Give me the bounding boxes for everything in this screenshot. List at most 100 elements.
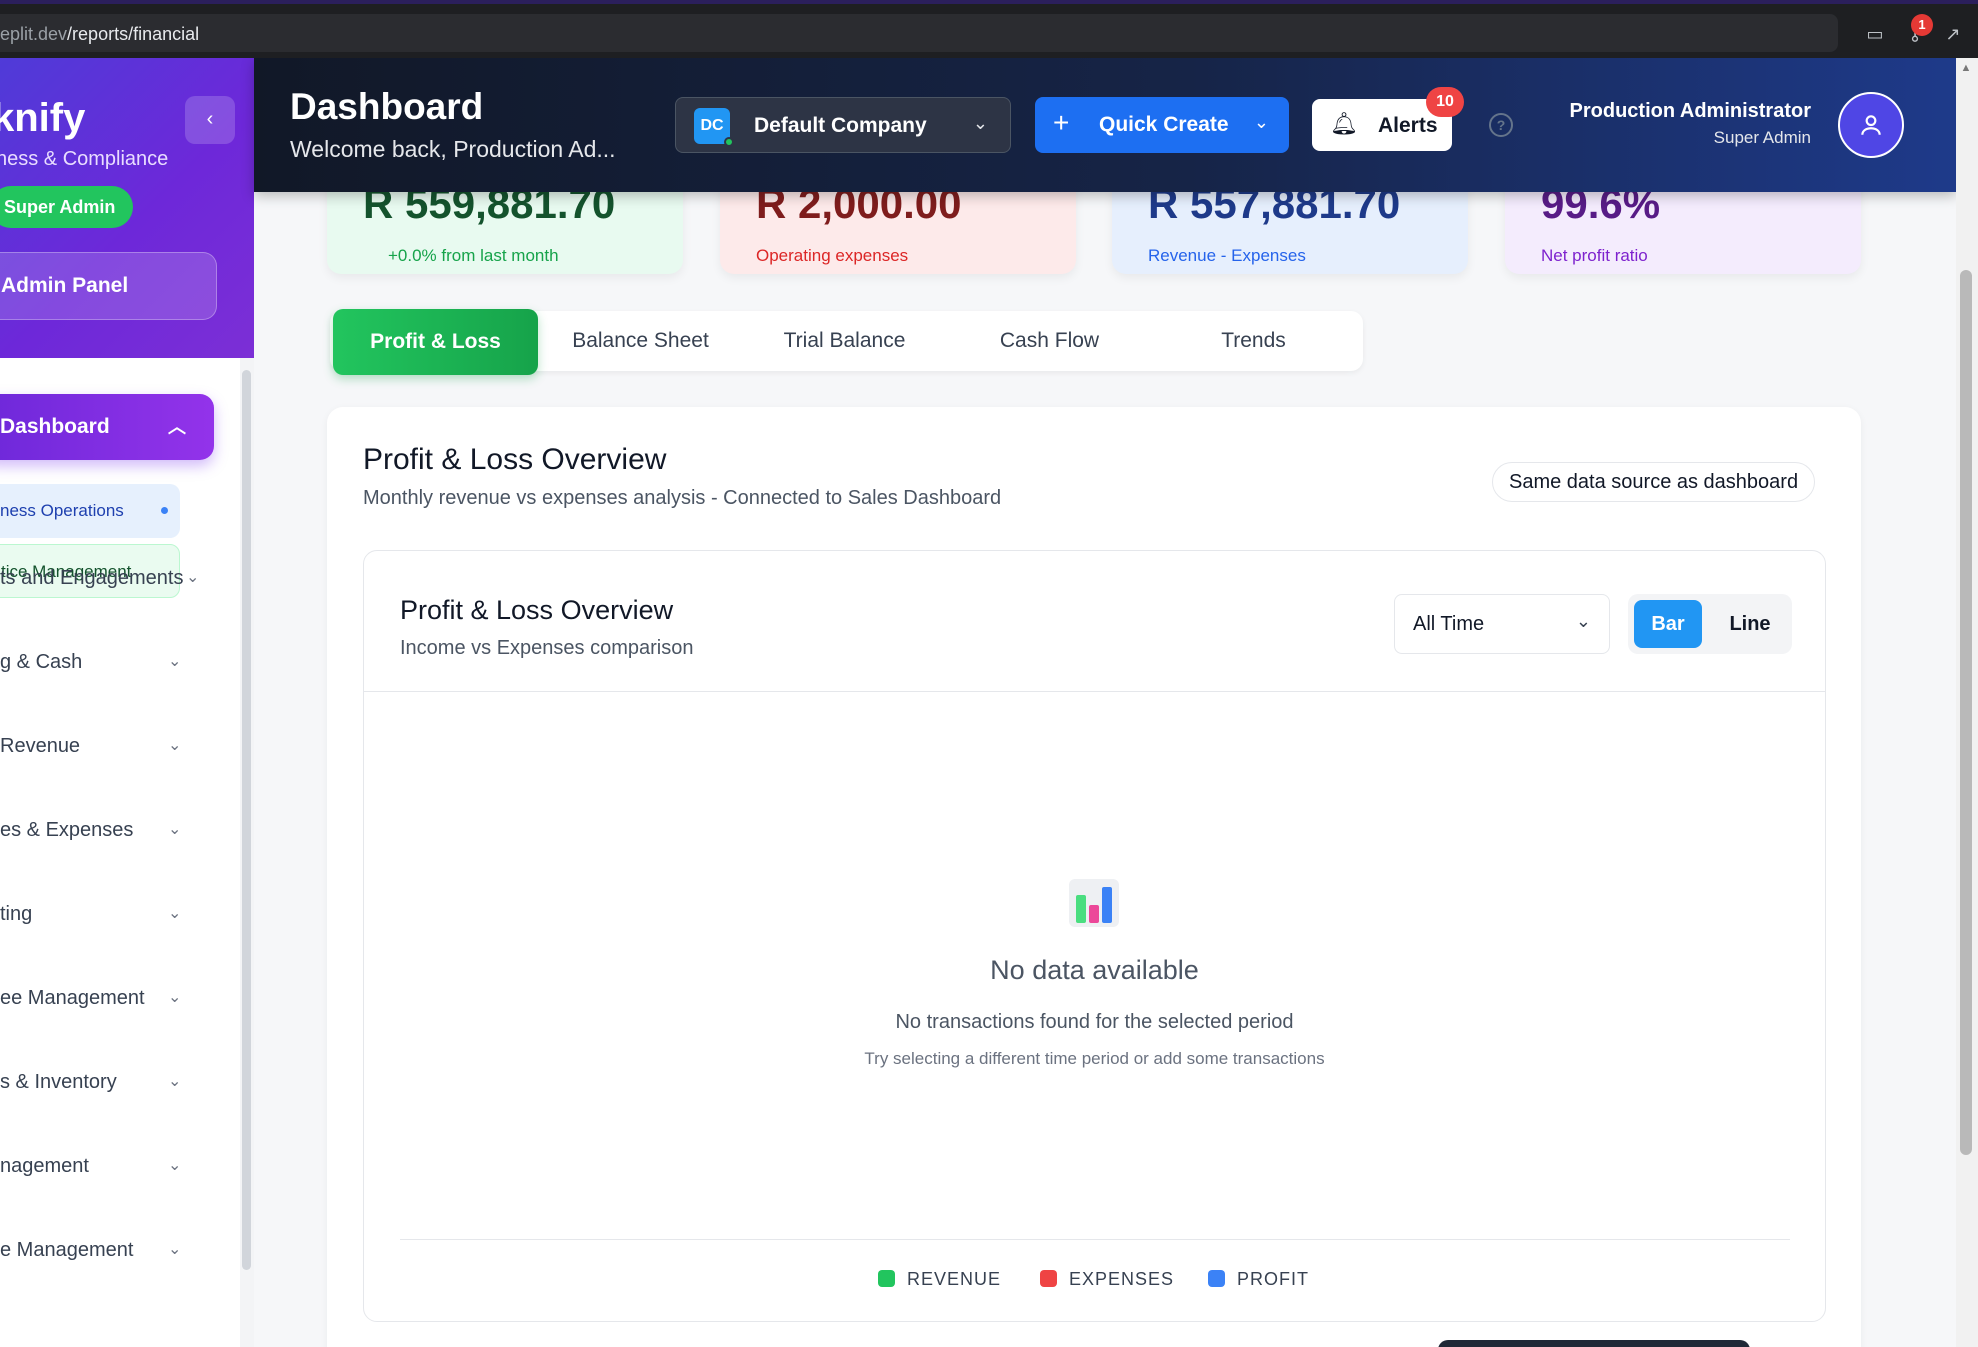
page-scrollbar-thumb[interactable] [1960, 270, 1972, 1155]
quick-create-button[interactable]: + Quick Create ⌄ [1035, 97, 1289, 153]
alerts-button[interactable]: 🔔︎ Alerts 10 [1312, 87, 1464, 151]
sidebar-item-dashboard[interactable]: Dashboard ︿ [0, 394, 214, 460]
chevron-down-icon: ⌄ [168, 737, 182, 754]
sidebar-item-compliance-management[interactable]: e Management ⌄ [0, 1230, 200, 1270]
tab-cash-flow[interactable]: Cash Flow [947, 311, 1152, 371]
sidebar-subitem-label: ness Operations [0, 501, 124, 520]
company-name: Default Company [754, 114, 927, 137]
chevron-down-icon: ⌄ [186, 569, 200, 586]
chevron-down-icon: ⌄ [168, 989, 182, 1006]
legend-label: REVENUE [907, 1269, 1002, 1289]
chart-title: Profit & Loss Overview [400, 595, 674, 625]
welcome-text: Welcome back, Production Ad... [290, 136, 616, 162]
sidebar-item-label: ting [0, 903, 33, 925]
sidebar-item-label: Revenue [0, 735, 81, 757]
url-host: eplit.dev [0, 24, 68, 44]
sidebar-item-management[interactable]: nagement ⌄ [0, 1146, 200, 1186]
sidebar-item-products-inventory[interactable]: s & Inventory ⌄ [0, 1062, 200, 1102]
sidebar-item-label: Dashboard [0, 415, 110, 438]
chevron-down-icon: ⌄ [1575, 611, 1591, 631]
cast-icon[interactable]: ▭ [1863, 22, 1887, 46]
user-avatar[interactable] [1838, 92, 1904, 158]
brand-tagline: ness & Compliance [0, 148, 169, 170]
extension-badge: 1 [1911, 14, 1933, 36]
sidebar-subitem-business-operations[interactable]: ness Operations [0, 484, 180, 538]
stat-caption: Operating expenses [756, 246, 909, 265]
chevron-down-icon: ⌄ [168, 905, 182, 922]
sidebar-item-accounting[interactable]: ting ⌄ [0, 894, 200, 934]
url-path: /reports/financial [67, 24, 200, 44]
collapse-sidebar-button[interactable]: ‹ [185, 96, 235, 144]
open-external-icon[interactable]: ↗ [1941, 22, 1965, 46]
online-status-dot [724, 137, 734, 147]
empty-state-hint: Try selecting a different time period or… [864, 1049, 1325, 1068]
sidebar-item-label: nagement [0, 1155, 89, 1177]
chevron-down-icon: ⌄ [168, 1157, 182, 1174]
sidebar-item-revenue[interactable]: Revenue ⌄ [0, 726, 200, 766]
tab-trends[interactable]: Trends [1151, 311, 1356, 371]
bell-icon: 🔔︎ [1330, 111, 1358, 136]
app-viewport: R 559,881.70 +0.0% from last month R 2,0… [0, 58, 1956, 1347]
alerts-count-badge: 10 [1426, 87, 1464, 117]
floating-toolbar[interactable] [1438, 1340, 1750, 1347]
admin-panel-button[interactable]: Admin Panel [0, 252, 217, 320]
chevron-down-icon: ⌄ [168, 1073, 182, 1090]
legend-profit: PROFIT [1208, 1269, 1309, 1290]
brand-logo-text: knify [0, 96, 86, 140]
tab-balance-sheet[interactable]: Balance Sheet [538, 311, 743, 371]
quick-create-label: Quick Create [1099, 113, 1229, 136]
chart-type-toggle: Bar Line [1628, 594, 1792, 654]
page-title: Dashboard [290, 86, 484, 127]
top-header: Dashboard Welcome back, Production Ad...… [254, 58, 1956, 192]
chevron-down-icon: ⌄ [168, 821, 182, 838]
line-toggle-button[interactable]: Line [1716, 600, 1784, 648]
sidebar-item-label: ee Management [0, 987, 145, 1009]
browser-toolbar: eplit.dev/reports/financial ▭ ⚷ 1 ↗ [0, 0, 1978, 58]
legend-label: PROFIT [1237, 1269, 1309, 1289]
chevron-down-icon: ⌄ [168, 1241, 182, 1258]
bar-chart-icon [1069, 879, 1119, 927]
divider [364, 691, 1825, 692]
period-select[interactable]: All Time ⌄ [1394, 594, 1610, 654]
plus-icon: + [1053, 107, 1070, 138]
chevron-down-icon: ⌄ [972, 113, 988, 133]
scroll-up-arrow-icon[interactable]: ▲ [1960, 62, 1972, 76]
chevron-left-icon: ‹ [206, 108, 214, 130]
period-value: All Time [1413, 613, 1485, 635]
user-icon [1861, 115, 1881, 135]
sidebar-item-label: es & Expenses [0, 819, 134, 841]
sidebar-header: knify ness & Compliance ‹ Super Admin Ad… [0, 58, 254, 358]
sidebar-item-employee-management[interactable]: ee Management ⌄ [0, 978, 200, 1018]
company-selector[interactable]: DC Default Company ⌄ [675, 97, 1011, 153]
tab-trial-balance[interactable]: Trial Balance [742, 311, 947, 371]
chart-subtitle: Income vs Expenses comparison [400, 637, 694, 659]
tab-profit-loss[interactable]: Profit & Loss [333, 309, 538, 375]
legend-label: EXPENSES [1069, 1269, 1175, 1289]
active-dot [161, 507, 168, 514]
bar-toggle-button[interactable]: Bar [1634, 600, 1702, 648]
section-subtitle: Monthly revenue vs expenses analysis - C… [363, 487, 1002, 509]
stat-caption: +0.0% from last month [388, 246, 559, 265]
chevron-up-icon: ︿ [168, 417, 186, 437]
user-name: Production Administrator [1569, 100, 1811, 122]
alerts-label: Alerts [1378, 114, 1438, 137]
sidebar-item-banking-cash[interactable]: g & Cash ⌄ [0, 642, 200, 682]
profit-swatch [1208, 1270, 1225, 1287]
sidebar-item-label: e Management [0, 1239, 134, 1261]
profit-loss-panel: Profit & Loss Overview Monthly revenue v… [327, 407, 1861, 1347]
data-source-badge: Same data source as dashboard [1492, 462, 1816, 502]
sidebar-scrollbar-thumb[interactable] [242, 370, 251, 1270]
revenue-swatch [878, 1270, 895, 1287]
role-badge: Super Admin [0, 186, 134, 228]
stat-caption: Net profit ratio [1541, 246, 1648, 265]
sidebar-item-purchases-expenses[interactable]: es & Expenses ⌄ [0, 810, 200, 850]
empty-state-message: No transactions found for the selected p… [895, 1011, 1294, 1033]
address-bar[interactable] [0, 14, 1838, 52]
report-tabs: Profit & Loss Balance Sheet Trial Balanc… [330, 309, 1363, 375]
sidebar-item-engagements[interactable]: ts and Engagements ⌄ [0, 558, 200, 598]
empty-state-title: No data available [990, 955, 1199, 985]
help-icon[interactable]: ? [1489, 113, 1513, 137]
legend-revenue: REVENUE [878, 1269, 1001, 1290]
chevron-down-icon: ⌄ [1253, 112, 1269, 132]
url-text[interactable]: eplit.dev/reports/financial [0, 24, 199, 45]
